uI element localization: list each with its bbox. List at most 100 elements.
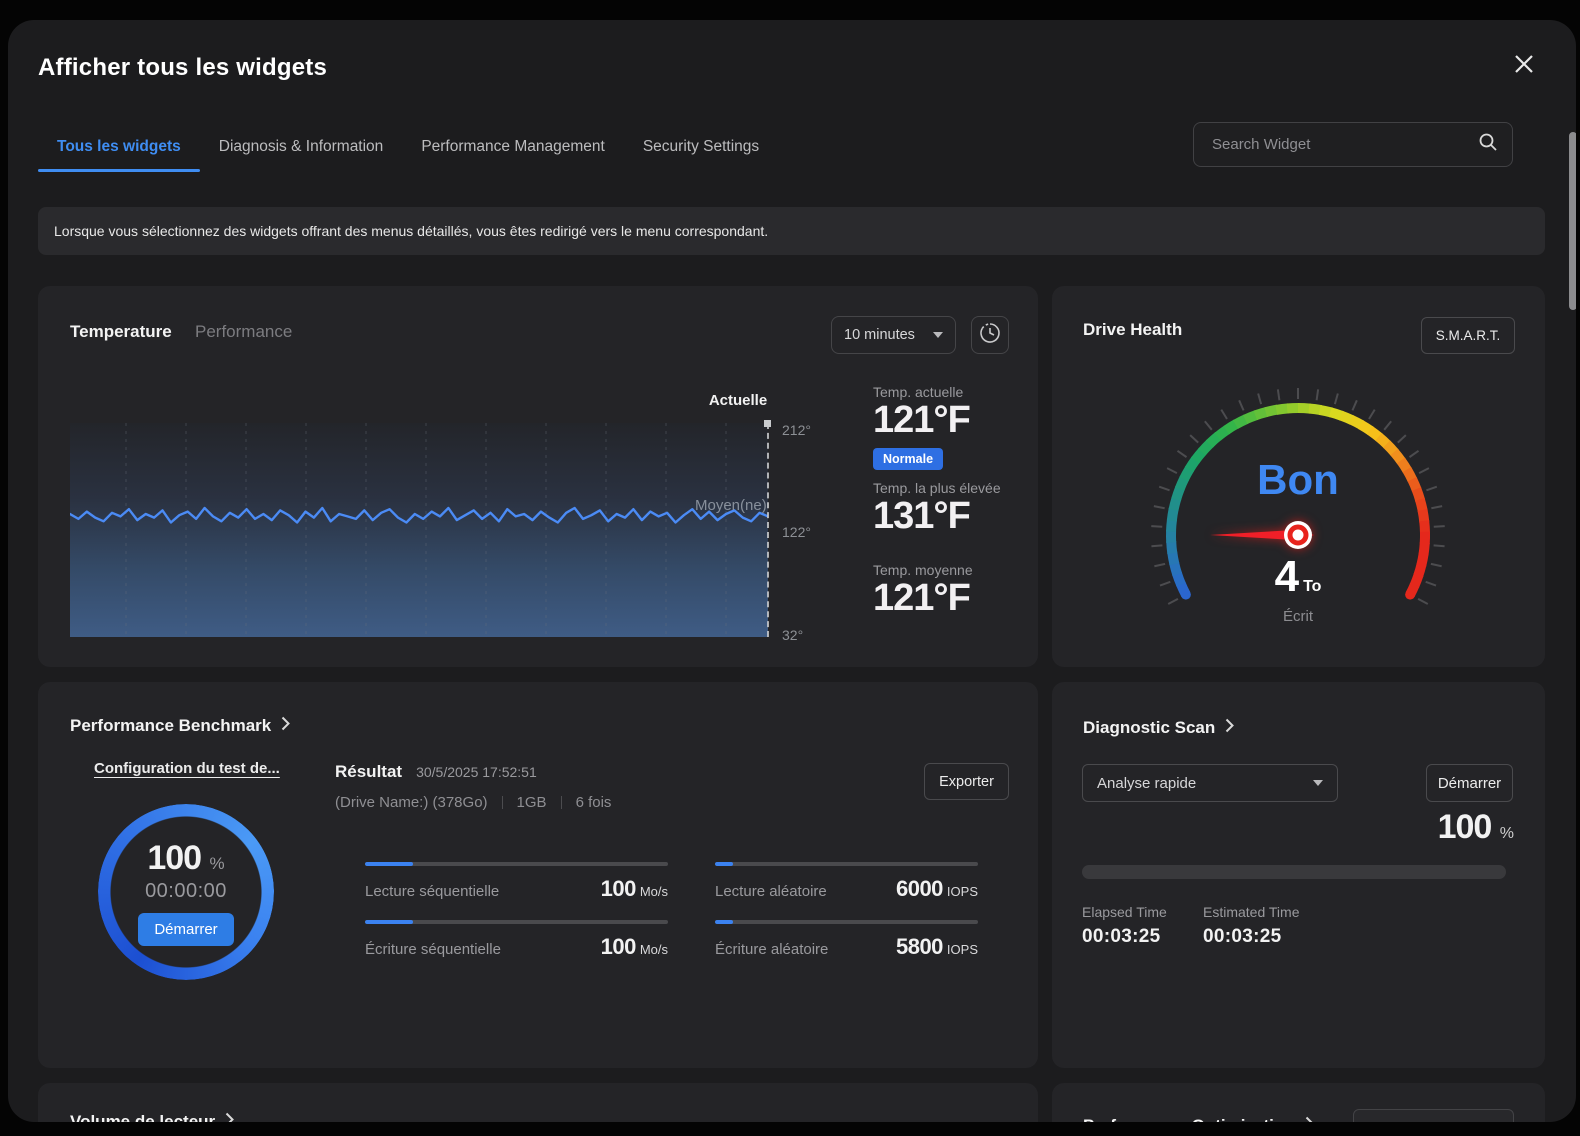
chevron-right-icon[interactable] <box>1225 718 1234 738</box>
benchmark-percent-sign: % <box>210 854 225 873</box>
estimated-time-label: Estimated Time <box>1203 904 1299 920</box>
metric-seq-read: Lecture séquentielle 100 Mo/s <box>365 862 668 902</box>
gauge-needle-icon <box>1210 521 1314 549</box>
average-temp-value: 121°F <box>873 578 1033 620</box>
metric-label: Écriture séquentielle <box>365 941 501 958</box>
page-title: Afficher tous les widgets <box>38 54 327 82</box>
drive-health-title: Drive Health <box>1083 320 1182 340</box>
close-button[interactable] <box>1504 46 1544 86</box>
chevron-down-icon <box>1313 780 1323 786</box>
temperature-widget[interactable]: Temperature Performance 10 minutes Moyen… <box>38 286 1038 667</box>
metric-label: Lecture aléatoire <box>715 883 827 900</box>
tab-bar: Tous les widgets Diagnosis & Information… <box>38 128 778 172</box>
search-widget-box <box>1193 122 1513 167</box>
current-temp-value: 121°F <box>873 400 1033 442</box>
metric-rand-read: Lecture aléatoire 6000 IOPS <box>715 862 978 902</box>
progress-track <box>365 920 668 924</box>
metric-label: Lecture séquentielle <box>365 883 499 900</box>
widgets-dialog: Afficher tous les widgets Tous les widge… <box>8 20 1576 1122</box>
metric-value: 100 <box>601 934 636 960</box>
tab-security-settings[interactable]: Security Settings <box>624 128 778 172</box>
tab-tous-les-widgets[interactable]: Tous les widgets <box>38 128 200 172</box>
elapsed-time-label: Elapsed Time <box>1082 904 1167 920</box>
drive-volume-widget[interactable]: Volume de lecteur <box>38 1083 1038 1122</box>
mode-apply-button[interactable]: Application du mode <box>1353 1109 1514 1122</box>
progress-fill <box>715 862 733 866</box>
highest-temp-label: Temp. la plus élevée <box>873 480 1033 496</box>
written-unit: To <box>1303 578 1321 595</box>
average-temp-label: Temp. moyenne <box>873 562 1033 578</box>
diagnostic-scan-widget[interactable]: Diagnostic Scan Analyse rapide Démarrer … <box>1052 682 1545 1068</box>
ytick-32: 32° <box>782 627 842 643</box>
history-clock-icon <box>979 322 1001 349</box>
tab-performance-management[interactable]: Performance Management <box>402 128 624 172</box>
metric-unit: IOPS <box>947 942 978 957</box>
chevron-right-icon[interactable] <box>281 716 290 736</box>
result-label: Résultat <box>335 762 402 782</box>
result-datetime: 30/5/2025 17:52:51 <box>416 764 537 780</box>
estimated-time-value: 00:03:25 <box>1203 926 1281 948</box>
ytick-122: 122° <box>782 524 842 540</box>
result-drive-info: (Drive Name:) (378Go) 1GB 6 fois <box>335 794 611 811</box>
metric-value: 5800 <box>896 934 943 960</box>
metric-unit: IOPS <box>947 884 978 899</box>
written-value: 4 <box>1275 552 1299 601</box>
metric-unit: Mo/s <box>640 884 668 899</box>
progress-fill <box>365 862 413 866</box>
diagnostic-progress-bar <box>1082 865 1506 879</box>
written-label: Écrit <box>1218 608 1378 625</box>
info-banner-text: Lorsque vous sélectionnez des widgets of… <box>54 223 768 239</box>
status-badge: Normale <box>873 448 943 470</box>
current-marker-dot <box>764 420 771 427</box>
temperature-tab[interactable]: Temperature <box>70 322 172 342</box>
loop-count: 6 fois <box>576 794 612 811</box>
chunk-size: 1GB <box>517 794 547 811</box>
chevron-down-icon <box>933 332 943 338</box>
benchmark-percent: 100 <box>147 839 201 877</box>
benchmark-timer: 00:00:00 <box>145 880 227 903</box>
close-icon <box>1514 54 1534 79</box>
performance-optimization-widget[interactable]: Performance Optimization Application du … <box>1052 1083 1545 1122</box>
divider <box>502 796 503 809</box>
search-icon[interactable] <box>1478 132 1498 157</box>
benchmark-progress-content: 100 % 00:00:00 Démarrer <box>98 804 274 980</box>
performance-tab[interactable]: Performance <box>195 322 292 342</box>
metric-seq-write: Écriture séquentielle 100 Mo/s <box>365 920 668 960</box>
performance-optimization-title: Performance Optimization <box>1083 1116 1295 1122</box>
screen: Afficher tous les widgets Tous les widge… <box>0 0 1580 1136</box>
current-marker-line <box>767 423 769 637</box>
volume-title: Volume de lecteur <box>70 1112 215 1122</box>
metric-rand-write: Écriture aléatoire 5800 IOPS <box>715 920 978 960</box>
health-status: Bon <box>1218 456 1378 504</box>
performance-benchmark-widget[interactable]: Performance Benchmark Configuration du t… <box>38 682 1038 1068</box>
info-banner: Lorsque vous sélectionnez des widgets of… <box>38 207 1545 255</box>
benchmark-start-button[interactable]: Démarrer <box>138 913 233 946</box>
written-amount: 4To <box>1218 552 1378 602</box>
time-range-select[interactable]: 10 minutes <box>831 316 956 354</box>
benchmark-title: Performance Benchmark <box>70 716 271 736</box>
drive-health-widget[interactable]: Drive Health S.M.A.R.T. Bon 4To Écrit <box>1052 286 1545 667</box>
chevron-right-icon[interactable] <box>225 1112 234 1122</box>
export-button[interactable]: Exporter <box>924 763 1009 800</box>
search-input[interactable] <box>1210 135 1478 154</box>
scan-mode-select[interactable]: Analyse rapide <box>1082 764 1338 802</box>
progress-fill <box>715 920 733 924</box>
elapsed-time-value: 00:03:25 <box>1082 926 1160 948</box>
chevron-right-icon[interactable] <box>1305 1116 1314 1122</box>
drive-info: (Drive Name:) (378Go) <box>335 794 488 811</box>
diagnostic-start-button[interactable]: Démarrer <box>1426 764 1513 802</box>
metric-unit: Mo/s <box>640 942 668 957</box>
diagnostic-percent-sign: % <box>1500 825 1513 842</box>
scan-mode-value: Analyse rapide <box>1097 775 1196 792</box>
metric-label: Écriture aléatoire <box>715 941 828 958</box>
highest-temp-value: 131°F <box>873 496 1033 538</box>
diagnostic-percent: 100 <box>1438 808 1492 846</box>
scrollbar-thumb[interactable] <box>1569 132 1576 310</box>
ytick-212: 212° <box>782 422 842 438</box>
progress-fill <box>365 920 413 924</box>
history-button[interactable] <box>971 316 1009 354</box>
smart-button[interactable]: S.M.A.R.T. <box>1421 317 1515 354</box>
tab-diagnosis-information[interactable]: Diagnosis & Information <box>200 128 403 172</box>
benchmark-config-link[interactable]: Configuration du test de... <box>94 760 280 777</box>
time-range-value: 10 minutes <box>844 327 915 343</box>
